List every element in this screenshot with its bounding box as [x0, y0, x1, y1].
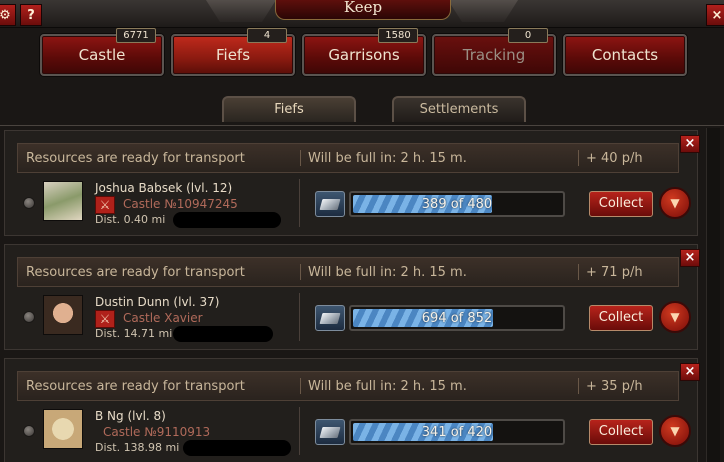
progress-text: 389 of 480 [421, 197, 493, 212]
divider [578, 378, 579, 394]
progress-bar: 389 of 480 [349, 191, 565, 217]
tab-fiefs-label: Fiefs [215, 46, 251, 64]
fief-list: Resources are ready for transport Will b… [4, 128, 702, 462]
tab-fiefs[interactable]: Fiefs 4 [171, 28, 295, 76]
redaction [173, 326, 273, 342]
progress-bar: 694 of 852 [349, 305, 565, 331]
silver-icon [315, 419, 345, 445]
divider [300, 150, 301, 166]
crossed-swords-icon: ⚔ [95, 310, 115, 328]
collect-button[interactable]: Collect [589, 305, 653, 331]
fief-row: B Ng (lvl. 8) Castle №9110913 Dist. 138.… [17, 407, 693, 457]
status-text: Resources are ready for transport [26, 379, 245, 394]
fief-card: Resources are ready for transport Will b… [4, 130, 700, 236]
player-name[interactable]: B Ng (lvl. 8) [95, 409, 166, 423]
remove-fief-button[interactable]: × [680, 135, 700, 153]
crossed-swords-icon: ⚔ [95, 196, 115, 214]
tab-fiefs-count: 4 [247, 28, 287, 43]
fief-card: Resources are ready for transport Will b… [4, 358, 700, 462]
tab-tracking-label: Tracking [462, 46, 526, 64]
distance: Dist. 14.71 mi [95, 327, 173, 340]
progress-text: 341 of 420 [421, 425, 493, 440]
select-radio[interactable] [23, 425, 35, 437]
progress-bar: 341 of 420 [349, 419, 565, 445]
fief-row: Joshua Babsek (lvl. 12) ⚔ Castle №109472… [17, 179, 693, 229]
tab-garrisons-label: Garrisons [328, 46, 400, 64]
rate-text: + 35 p/h [586, 379, 643, 394]
tab-contacts[interactable]: Contacts [563, 34, 687, 76]
silver-icon [315, 191, 345, 217]
tab-garrisons[interactable]: Garrisons 1580 [302, 28, 426, 76]
castle-link[interactable]: Castle Xavier [123, 311, 203, 325]
window-title: Keep [275, 0, 451, 20]
divider [578, 264, 579, 280]
divider [299, 407, 300, 455]
divider [300, 264, 301, 280]
fief-status-header: Resources are ready for transport Will b… [17, 371, 679, 401]
subtabs-bar [0, 96, 724, 126]
tab-garrisons-count: 1580 [378, 28, 418, 43]
avatar [43, 409, 83, 449]
fief-row: Dustin Dunn (lvl. 37) ⚔ Castle Xavier Di… [17, 293, 693, 343]
redaction [173, 212, 281, 228]
fief-card: Resources are ready for transport Will b… [4, 244, 700, 350]
chevron-down-icon[interactable]: ▼ [659, 415, 691, 447]
avatar [43, 295, 83, 335]
status-text: Resources are ready for transport [26, 151, 245, 166]
tab-tracking-count: 0 [508, 28, 548, 43]
fief-status-header: Resources are ready for transport Will b… [17, 257, 679, 287]
chevron-down-icon[interactable]: ▼ [659, 187, 691, 219]
status-text: Resources are ready for transport [26, 265, 245, 280]
player-name[interactable]: Dustin Dunn (lvl. 37) [95, 295, 219, 309]
avatar [43, 181, 83, 221]
collect-button[interactable]: Collect [589, 419, 653, 445]
tab-tracking[interactable]: Tracking 0 [432, 28, 556, 76]
divider [299, 293, 300, 341]
list-scrollbar[interactable] [706, 128, 720, 462]
rate-text: + 40 p/h [586, 151, 643, 166]
remove-fief-button[interactable]: × [680, 363, 700, 381]
remove-fief-button[interactable]: × [680, 249, 700, 267]
subtab-settlements[interactable]: Settlements [392, 96, 526, 122]
full-in-text: Will be full in: 2 h. 15 m. [308, 379, 467, 394]
rate-text: + 71 p/h [586, 265, 643, 280]
settings-icon-button[interactable]: ⚙ [0, 4, 16, 26]
tab-castle[interactable]: Castle 6771 [40, 28, 164, 76]
fief-status-header: Resources are ready for transport Will b… [17, 143, 679, 173]
divider [299, 179, 300, 227]
divider [578, 150, 579, 166]
close-window-button[interactable]: × [706, 4, 724, 26]
subtab-fiefs[interactable]: Fiefs [222, 96, 356, 122]
tab-contacts-label: Contacts [591, 46, 659, 64]
help-button[interactable]: ? [20, 4, 42, 26]
select-radio[interactable] [23, 197, 35, 209]
collect-button[interactable]: Collect [589, 191, 653, 217]
tab-castle-count: 6771 [116, 28, 156, 43]
chevron-down-icon[interactable]: ▼ [659, 301, 691, 333]
progress-text: 694 of 852 [421, 311, 493, 326]
tab-castle-label: Castle [78, 46, 126, 64]
redaction [183, 440, 291, 456]
distance: Dist. 0.40 mi [95, 213, 166, 226]
player-name[interactable]: Joshua Babsek (lvl. 12) [95, 181, 232, 195]
distance: Dist. 138.98 mi [95, 441, 180, 454]
full-in-text: Will be full in: 2 h. 15 m. [308, 151, 467, 166]
silver-icon [315, 305, 345, 331]
castle-link[interactable]: Castle №10947245 [123, 197, 238, 211]
castle-link[interactable]: Castle №9110913 [103, 425, 210, 439]
full-in-text: Will be full in: 2 h. 15 m. [308, 265, 467, 280]
select-radio[interactable] [23, 311, 35, 323]
divider [300, 378, 301, 394]
